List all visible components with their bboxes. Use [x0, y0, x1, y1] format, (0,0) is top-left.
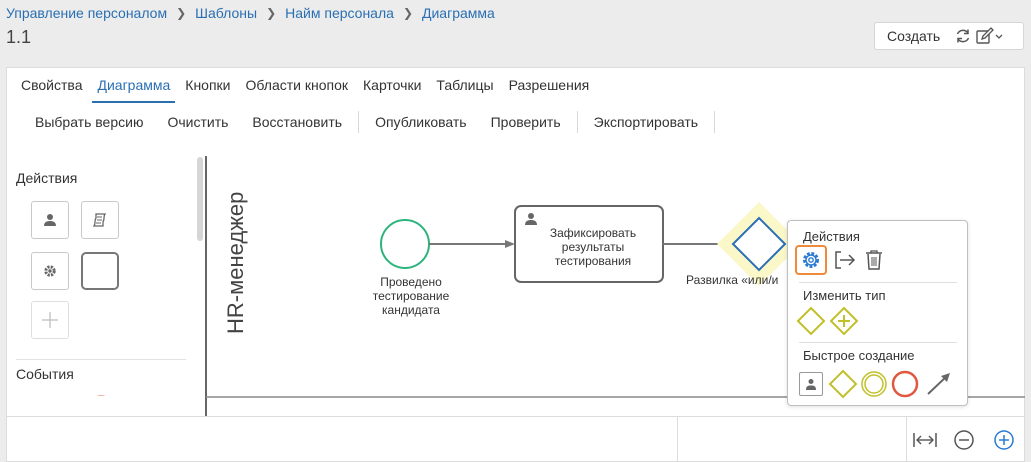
edit-dropdown-icon[interactable] [974, 25, 1006, 47]
tab-properties[interactable]: Свойства [16, 77, 87, 103]
diagram-toolbar: Выбрать версию Очистить Восстановить Опу… [7, 110, 719, 134]
toolbar-divider [714, 111, 716, 133]
chevron-right-icon: ❯ [402, 6, 413, 20]
clear-button[interactable]: Очистить [155, 114, 240, 130]
bottom-divider [677, 417, 678, 462]
exclusive-gateway-icon[interactable] [796, 306, 826, 336]
exit-icon[interactable] [832, 248, 858, 272]
zoom-in-icon[interactable] [989, 425, 1019, 455]
palette-actions-title: Действия [16, 170, 78, 186]
popup-divider [799, 282, 957, 283]
breadcrumb-item-templates[interactable]: Шаблоны [195, 5, 257, 21]
palette-divider [16, 359, 186, 360]
create-button[interactable]: Создать [875, 23, 952, 49]
zoom-out-icon[interactable] [949, 425, 979, 455]
fit-width-icon[interactable] [910, 425, 940, 455]
popup-divider [799, 342, 957, 343]
publish-button[interactable]: Опубликовать [363, 114, 479, 130]
breadcrumb-item-diagram[interactable]: Диаграмма [422, 5, 495, 21]
bottom-divider [906, 417, 907, 462]
export-button[interactable]: Экспортировать [582, 114, 710, 130]
refresh-icon[interactable] [952, 25, 974, 47]
arrowhead-icon [505, 240, 515, 248]
intermediate-event-icon[interactable] [860, 370, 888, 398]
parallel-gateway-icon[interactable] [829, 306, 859, 336]
user-task-icon[interactable] [31, 201, 69, 239]
gateway-label: Развилка «или/и [686, 273, 779, 287]
breadcrumb: Управление персоналом ❯ Шаблоны ❯ Найм п… [6, 4, 495, 22]
check-button[interactable]: Проверить [479, 114, 573, 130]
element-context-pad: Действия Изменить тип Быстрое создание [787, 220, 968, 406]
chevron-right-icon: ❯ [266, 6, 277, 20]
trash-icon[interactable] [862, 247, 886, 273]
popup-actions-title: Действия [803, 229, 860, 244]
toolbar-divider [576, 111, 578, 133]
popup-change-type-title: Изменить тип [803, 288, 886, 303]
breadcrumb-item-hr[interactable]: Управление персоналом [6, 5, 167, 21]
chevron-right-icon: ❯ [176, 6, 187, 20]
service-task-icon[interactable] [31, 252, 69, 290]
user-task-label: Зафиксировать результаты тестирования [549, 226, 637, 268]
restore-button[interactable]: Восстановить [240, 114, 354, 130]
top-actions: Создать [874, 22, 1024, 50]
tab-diagram[interactable]: Диаграмма [92, 77, 176, 103]
connect-arrow-icon[interactable] [925, 370, 953, 398]
element-palette: Действия События [7, 156, 203, 396]
tabs-bar: Свойства Диаграмма Кнопки Области кнопок… [7, 68, 599, 103]
end-event-icon[interactable] [891, 370, 919, 398]
user-task-icon[interactable] [799, 372, 823, 396]
tab-button-areas[interactable]: Области кнопок [241, 77, 354, 103]
tab-tables[interactable]: Таблицы [431, 77, 498, 103]
tab-permissions[interactable]: Разрешения [504, 77, 595, 103]
lane-label: HR-менеджер [223, 191, 248, 334]
start-event-label: Проведено тестирование кандидата [372, 275, 450, 317]
popup-quick-create-title: Быстрое создание [803, 348, 915, 363]
gateway-icon[interactable] [827, 368, 859, 400]
palette-events-title: События [16, 366, 74, 382]
script-task-icon[interactable] [81, 201, 119, 239]
start-event[interactable] [380, 219, 430, 269]
breadcrumb-item-hiring[interactable]: Найм персонала [285, 5, 394, 21]
settings-icon[interactable] [795, 245, 827, 275]
main-panel: Свойства Диаграмма Кнопки Области кнопок… [6, 67, 1025, 462]
bottom-bar [7, 416, 1024, 462]
select-version-button[interactable]: Выбрать версию [23, 114, 155, 130]
tab-buttons[interactable]: Кнопки [180, 77, 235, 103]
page-title: 1.1 [6, 27, 32, 47]
toolbar-divider [358, 111, 360, 133]
add-icon[interactable] [31, 301, 69, 339]
tab-cards[interactable]: Карточки [358, 77, 426, 103]
generic-task-icon[interactable] [81, 252, 119, 290]
